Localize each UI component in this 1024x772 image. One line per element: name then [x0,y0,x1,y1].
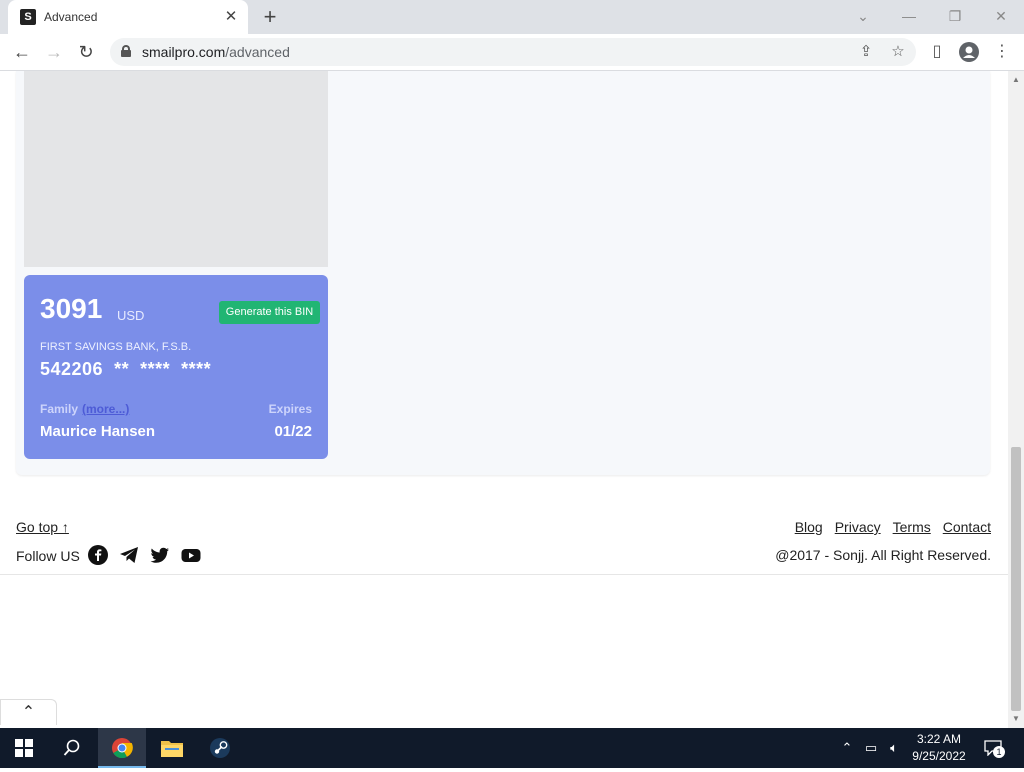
system-clock[interactable]: 3:22 AM 9/25/2022 [905,731,973,765]
close-window-button[interactable]: ✕ [986,6,1016,26]
search-button[interactable] [48,728,96,768]
site-favicon-icon: S [20,9,36,25]
start-button[interactable] [0,728,48,768]
url-text: smailpro.com/advanced [142,44,290,60]
side-panel-icon[interactable]: ▯ [925,40,949,64]
copyright-text: @2017 - Sonjj. All Right Reserved. [775,547,991,563]
expires-label: Expires [268,402,312,416]
telegram-icon[interactable] [119,545,139,565]
show-hidden-icons-icon[interactable]: ⌃ [838,728,856,768]
windows-logo-icon [15,739,33,757]
footer: Go top ↑ Follow US Blog Privacy Terms Conta… [16,517,991,577]
forward-button[interactable]: → [42,40,66,64]
reload-button[interactable]: ↻ [74,40,98,64]
footer-divider [0,574,1008,575]
blog-link[interactable]: Blog [795,519,823,535]
twitter-icon[interactable] [150,545,170,565]
scroll-up-arrow-icon[interactable]: ▲ [1008,73,1024,87]
tab-close-icon[interactable]: ✕ [222,8,240,26]
taskbar-chrome[interactable] [98,728,146,768]
restore-button[interactable]: ❐ [940,6,970,26]
scrollbar-thumb[interactable] [1011,447,1021,711]
card-holder-name: Maurice Hansen [40,423,156,440]
terms-link[interactable]: Terms [893,519,931,535]
generate-bin-button[interactable]: Generate this BIN [219,301,320,324]
follow-us-label: Follow US [16,548,80,564]
scroll-up-button[interactable]: ⌃ [0,699,57,725]
page-viewport: 3091 USD Generate this BIN FIRST SAVINGS… [0,71,1008,728]
bin-card: 3091 USD Generate this BIN FIRST SAVINGS… [24,275,328,459]
ad-placeholder [24,71,328,267]
card-number: 542206 ** **** **** [40,359,212,379]
go-top-link[interactable]: Go top ↑ [16,519,69,535]
tab-search-icon[interactable]: ⌄ [848,6,878,26]
privacy-link[interactable]: Privacy [835,519,881,535]
vertical-scrollbar[interactable]: ▲ ▼ [1008,71,1024,728]
family-label: Family (more...) [40,402,130,416]
browser-toolbar: ← → ↻ smailpro.com/advanced ⇪ ☆ ▯ ⋮ [0,34,1024,71]
address-bar[interactable]: smailpro.com/advanced ⇪ ☆ [110,38,916,66]
volume-icon[interactable]: 🔈︎ [884,728,904,768]
chrome-icon [112,738,133,759]
bank-name: FIRST SAVINGS BANK, F.S.B. [40,341,192,353]
youtube-icon[interactable] [181,545,201,565]
footer-nav: Blog Privacy Terms Contact [783,519,991,535]
notification-badge: 1 [993,746,1005,758]
menu-kebab-icon[interactable]: ⋮ [990,40,1014,64]
browser-window: S Advanced ✕ + ⌄ — ❐ ✕ ← → ↻ smailpro.co… [0,0,1024,728]
more-link[interactable]: (more...) [82,402,129,416]
taskbar-steam[interactable] [196,728,244,768]
expires-value: 01/22 [274,423,312,440]
clock-date: 9/25/2022 [912,749,966,763]
new-tab-button[interactable]: + [258,6,282,30]
clock-time: 3:22 AM [916,732,962,746]
back-button[interactable]: ← [10,40,34,64]
tab-advanced[interactable]: S Advanced ✕ [8,0,248,34]
content-panel: 3091 USD Generate this BIN FIRST SAVINGS… [16,71,990,475]
tab-title: Advanced [44,10,98,24]
card-currency: USD [117,308,145,323]
network-icon[interactable]: ▭ [860,728,882,768]
search-icon [63,739,80,756]
lock-icon [121,45,131,57]
windows-taskbar: ⌃ ▭ 🔈︎ 3:22 AM 9/25/2022 1 [0,728,1024,768]
folder-icon [161,741,183,757]
tab-strip: S Advanced ✕ + ⌄ — ❐ ✕ [0,0,1024,34]
card-amount: 3091 [40,293,103,324]
steam-icon [210,738,230,758]
facebook-icon[interactable] [88,545,108,565]
profile-avatar-icon[interactable] [957,40,981,64]
bookmark-star-icon[interactable]: ☆ [887,41,909,63]
taskbar-file-explorer[interactable] [148,728,196,768]
notification-center-icon[interactable]: 1 [980,728,1006,768]
scroll-down-arrow-icon[interactable]: ▼ [1008,712,1024,726]
share-icon[interactable]: ⇪ [855,41,877,63]
minimize-button[interactable]: — [894,6,924,26]
contact-link[interactable]: Contact [943,519,991,535]
